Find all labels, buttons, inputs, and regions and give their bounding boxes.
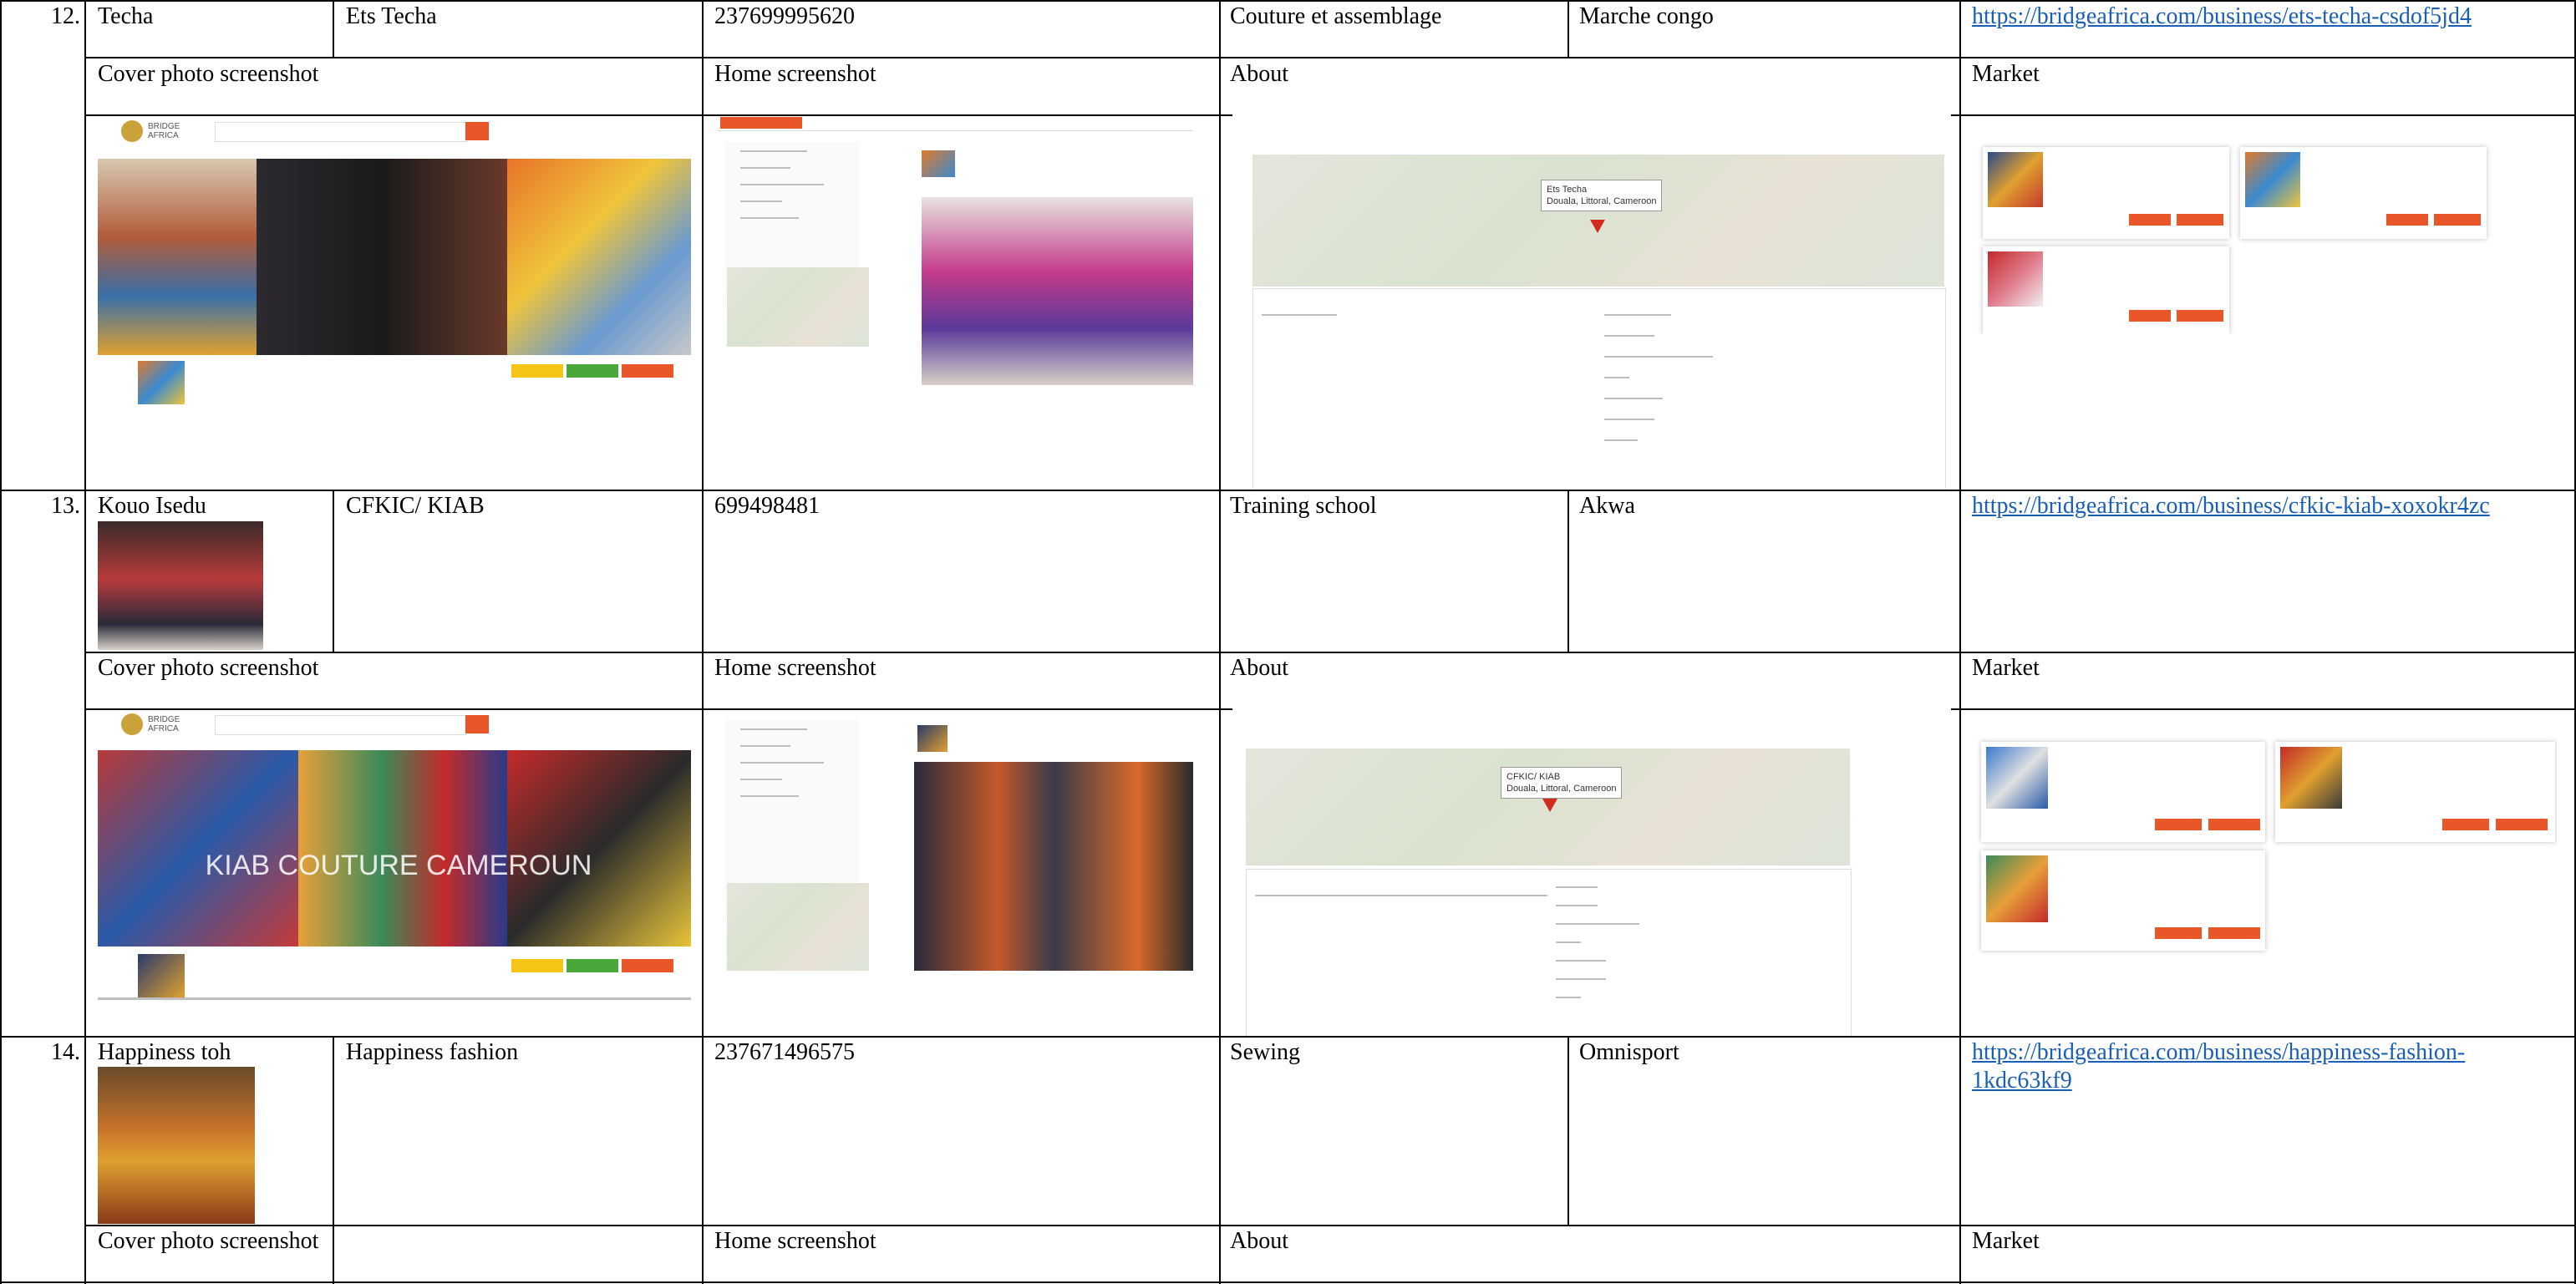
message-button[interactable] [567, 364, 618, 378]
about-label: About [1230, 1228, 1288, 1254]
follow-button[interactable] [511, 364, 563, 378]
avatar [138, 954, 185, 997]
home-screenshot [717, 117, 1193, 405]
business-info-panel [725, 720, 869, 971]
market-label: Market [1972, 61, 2040, 87]
owner-name: Happiness toh [98, 1039, 231, 1065]
business-name: Ets Techa [346, 3, 437, 29]
map-thumbnail [727, 267, 869, 347]
about-details [1246, 869, 1852, 1036]
about-label: About [1230, 655, 1288, 681]
business-name: CFKIC/ KIAB [346, 493, 485, 519]
search-input[interactable] [215, 715, 467, 735]
business-info-panel [725, 142, 869, 347]
buy-button[interactable] [2155, 819, 2202, 830]
map-pin-icon [1590, 220, 1605, 233]
product-card [1981, 850, 2265, 951]
business-link[interactable]: https://bridgeafrica.com/business/happin… [1972, 1038, 2465, 1095]
buy-button[interactable] [2129, 214, 2171, 226]
avatar [917, 725, 948, 752]
about-label: About [1230, 61, 1288, 87]
product-card [2240, 147, 2487, 239]
map-thumbnail [727, 883, 869, 971]
cover-photo-screenshot: BRIDGE AFRICA KIAB COUTURE CAMEROUN [98, 712, 691, 1000]
logo-text: BRIDGE AFRICA [148, 715, 180, 733]
product-card [2275, 742, 2555, 842]
row-number: 14. [51, 1039, 80, 1065]
owner-photo [98, 1067, 255, 1224]
cover-label: Cover photo screenshot [98, 655, 319, 681]
location-map: Ets Techa Douala, Littoral, Cameroon [1252, 155, 1944, 287]
avatar [138, 361, 185, 404]
share-button[interactable] [622, 959, 673, 972]
map-pin-icon [1542, 799, 1557, 812]
about-details [1252, 288, 1946, 489]
about-screenshot: CFKIC/ KIAB Douala, Littoral, Cameroon [1232, 708, 1951, 1036]
business-link[interactable]: https://bridgeafrica.com/business/cfkic-… [1972, 492, 2490, 520]
row-number: 13. [51, 493, 80, 519]
market-screenshot [1974, 117, 2492, 334]
search-icon[interactable] [465, 715, 489, 733]
message-button[interactable] [567, 959, 618, 972]
owner-name: Kouo Isedu [98, 493, 206, 519]
about-screenshot: Ets Techa Douala, Littoral, Cameroon [1232, 113, 1951, 489]
search-icon[interactable] [465, 122, 489, 140]
owner-name: Techa [98, 3, 154, 29]
product-card [1983, 147, 2229, 239]
cover-photo-screenshot: BRIDGE AFRICA [98, 117, 691, 405]
activity: Training school [1230, 493, 1377, 519]
row-number: 12. [51, 3, 80, 29]
home-label: Home screenshot [714, 655, 876, 681]
add-to-cart-button[interactable] [2434, 214, 2481, 226]
home-screenshot [717, 712, 1193, 975]
cover-label: Cover photo screenshot [98, 61, 319, 87]
bridge-africa-logo-icon [121, 120, 143, 142]
add-to-cart-button[interactable] [2177, 310, 2223, 322]
add-to-cart-button[interactable] [2177, 214, 2223, 226]
cover-banner-text: KIAB COUTURE CAMEROUN [205, 850, 592, 881]
add-to-cart-button[interactable] [2496, 819, 2548, 830]
business-link[interactable]: https://bridgeafrica.com/business/ets-te… [1972, 3, 2472, 31]
market-label: Market [1972, 1228, 2040, 1254]
activity: Couture et assemblage [1230, 3, 1442, 29]
logo-text: BRIDGE AFRICA [148, 122, 180, 140]
location: Akwa [1579, 493, 1635, 519]
location: Marche congo [1579, 3, 1714, 29]
buy-button[interactable] [2155, 927, 2202, 939]
activity: Sewing [1230, 1039, 1300, 1065]
owner-photo [98, 521, 263, 650]
home-label: Home screenshot [714, 61, 876, 87]
avatar [922, 150, 955, 177]
cover-image [98, 159, 691, 355]
location: Omnisport [1579, 1039, 1679, 1065]
search-input[interactable] [215, 122, 467, 142]
follow-button[interactable] [511, 959, 563, 972]
location-map: CFKIC/ KIAB Douala, Littoral, Cameroon [1246, 749, 1850, 865]
buy-button[interactable] [2129, 310, 2171, 322]
tab-home[interactable] [720, 117, 802, 129]
home-label: Home screenshot [714, 1228, 876, 1254]
business-name: Happiness fashion [346, 1039, 519, 1065]
bridge-africa-logo-icon [121, 713, 143, 735]
add-to-cart-button[interactable] [2208, 819, 2260, 830]
post-image [922, 197, 1193, 385]
cover-image: KIAB COUTURE CAMEROUN [98, 750, 691, 947]
map-popup: Ets Techa Douala, Littoral, Cameroon [1541, 180, 1663, 211]
phone-number: 237699995620 [714, 3, 855, 29]
phone-number: 699498481 [714, 493, 820, 519]
map-popup: CFKIC/ KIAB Douala, Littoral, Cameroon [1501, 767, 1623, 799]
product-card [1981, 742, 2265, 842]
post-image [914, 762, 1193, 971]
market-screenshot [1969, 710, 2557, 961]
market-label: Market [1972, 655, 2040, 681]
buy-button[interactable] [2386, 214, 2428, 226]
add-to-cart-button[interactable] [2208, 927, 2260, 939]
share-button[interactable] [622, 364, 673, 378]
cover-label: Cover photo screenshot [98, 1228, 319, 1254]
product-card [1983, 246, 2229, 334]
buy-button[interactable] [2442, 819, 2489, 830]
phone-number: 237671496575 [714, 1039, 855, 1065]
